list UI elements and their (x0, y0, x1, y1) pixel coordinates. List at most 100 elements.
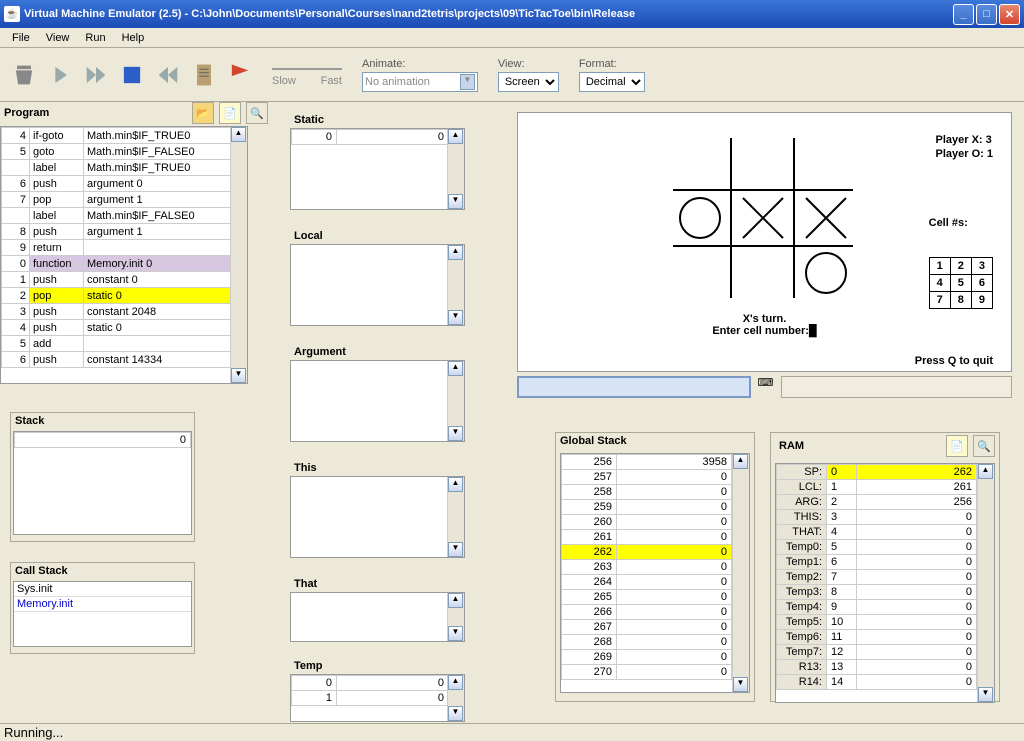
toolbar: SlowFast Animate: No animation▼ View: Sc… (0, 48, 1024, 102)
ram-row[interactable]: LCL:1261 (777, 480, 977, 495)
ram-row[interactable]: Temp0:50 (777, 540, 977, 555)
temp-panel: Temp 0010▲▼ (290, 658, 465, 722)
flag-button[interactable] (224, 59, 256, 91)
globalstack-row[interactable]: 2580 (562, 485, 732, 500)
globalstack-row[interactable]: 2610 (562, 530, 732, 545)
globalstack-row[interactable]: 2570 (562, 470, 732, 485)
search-button[interactable]: 🔍 (246, 102, 268, 124)
screen-output: Player X: 3 Player O: 1 Cell #s: 1234567… (517, 112, 1012, 372)
new-button[interactable]: 📄 (219, 102, 241, 124)
program-row[interactable]: 6pushconstant 14334 (2, 352, 247, 368)
program-title: Program (0, 105, 53, 121)
local-panel: Local ▲▼ (290, 228, 465, 326)
stack-table[interactable]: 0 (13, 431, 192, 535)
globalstack-row[interactable]: 2660 (562, 605, 732, 620)
java-icon: ☕ (4, 6, 20, 22)
ram-panel: RAM 📄 🔍 SP:0262LCL:1261ARG:2256THIS:30TH… (770, 432, 1000, 702)
program-row[interactable]: 1pushconstant 0 (2, 272, 247, 288)
program-row[interactable]: 3pushconstant 2048 (2, 304, 247, 320)
tictactoe-board (668, 133, 858, 306)
ram-row[interactable]: R14:140 (777, 675, 977, 690)
format-select[interactable]: Decimal (579, 72, 645, 92)
format-label: Format: (579, 58, 645, 70)
callstack-item[interactable]: Memory.init (14, 597, 191, 612)
stack-panel: Stack 0 (10, 412, 195, 542)
menubar: File View Run Help (0, 28, 1024, 48)
program-row[interactable]: 4pushstatic 0 (2, 320, 247, 336)
that-panel: That ▲▼ (290, 576, 465, 642)
globalstack-row[interactable]: 2620 (562, 545, 732, 560)
globalstack-table[interactable]: 2563958257025802590260026102620263026402… (560, 453, 750, 693)
program-row[interactable]: 7popargument 1 (2, 192, 247, 208)
window-title: Virtual Machine Emulator (2.5) - C:\John… (24, 8, 953, 20)
this-panel: This ▲▼ (290, 460, 465, 558)
program-row[interactable]: labelMath.min$IF_FALSE0 (2, 208, 247, 224)
callstack-item[interactable]: Sys.init (14, 582, 191, 597)
menu-help[interactable]: Help (114, 30, 153, 46)
ram-row[interactable]: Temp5:100 (777, 615, 977, 630)
globalstack-row[interactable]: 2563958 (562, 455, 732, 470)
globalstack-row[interactable]: 2680 (562, 635, 732, 650)
ram-row[interactable]: Temp3:80 (777, 585, 977, 600)
ram-row[interactable]: R13:130 (777, 660, 977, 675)
speed-slider[interactable]: SlowFast (272, 63, 342, 87)
globalstack-row[interactable]: 2690 (562, 650, 732, 665)
ram-row[interactable]: THAT:40 (777, 525, 977, 540)
globalstack-row[interactable]: 2670 (562, 620, 732, 635)
ram-row[interactable]: ARG:2256 (777, 495, 977, 510)
view-label: View: (498, 58, 559, 70)
ram-row[interactable]: SP:0262 (777, 465, 977, 480)
program-row[interactable]: 4if-gotoMath.min$IF_TRUE0 (2, 128, 247, 144)
minimize-button[interactable]: _ (953, 4, 974, 25)
menu-view[interactable]: View (38, 30, 78, 46)
step-button[interactable] (44, 59, 76, 91)
open-folder-button[interactable]: 📂 (192, 102, 214, 124)
menu-run[interactable]: Run (77, 30, 113, 46)
keyboard-input[interactable] (517, 376, 751, 398)
fast-forward-button[interactable] (80, 59, 112, 91)
globalstack-row[interactable]: 2700 (562, 665, 732, 680)
globalstack-row[interactable]: 2590 (562, 500, 732, 515)
globalstack-row[interactable]: 2600 (562, 515, 732, 530)
maximize-button[interactable]: □ (976, 4, 997, 25)
program-row[interactable]: 5add (2, 336, 247, 352)
ram-search-button[interactable]: 🔍 (973, 435, 995, 457)
quit-text: Press Q to quit (915, 355, 993, 367)
titlebar: ☕ Virtual Machine Emulator (2.5) - C:\Jo… (0, 0, 1024, 28)
ram-row[interactable]: Temp7:120 (777, 645, 977, 660)
statusbar: Running... (0, 723, 1024, 741)
globalstack-panel: Global Stack 256395825702580259026002610… (555, 432, 755, 702)
script-button[interactable] (188, 59, 220, 91)
ram-row[interactable]: Temp6:110 (777, 630, 977, 645)
globalstack-row[interactable]: 2650 (562, 590, 732, 605)
ram-row[interactable]: Temp2:70 (777, 570, 977, 585)
ram-open-button[interactable]: 📄 (946, 435, 968, 457)
ram-table[interactable]: SP:0262LCL:1261ARG:2256THIS:30THAT:40Tem… (775, 463, 995, 703)
program-row[interactable]: labelMath.min$IF_TRUE0 (2, 160, 247, 176)
static-scrollbar[interactable]: ▲▼ (447, 129, 464, 209)
ram-row[interactable]: Temp4:90 (777, 600, 977, 615)
animate-select[interactable]: No animation▼ (362, 72, 478, 92)
menu-file[interactable]: File (4, 30, 38, 46)
score-text: Player X: 3 Player O: 1 (936, 133, 993, 162)
program-row[interactable]: 0functionMemory.init 0 (2, 256, 247, 272)
program-table[interactable]: 4if-gotoMath.min$IF_TRUE05gotoMath.min$I… (0, 126, 248, 384)
ram-row[interactable]: THIS:30 (777, 510, 977, 525)
program-row[interactable]: 6pushargument 0 (2, 176, 247, 192)
callstack-list[interactable]: Sys.initMemory.init (13, 581, 192, 647)
cell-guide: Cell #s: 123456789 (929, 193, 993, 333)
view-select[interactable]: Screen (498, 72, 559, 92)
rewind-button[interactable] (152, 59, 184, 91)
program-row[interactable]: 5gotoMath.min$IF_FALSE0 (2, 144, 247, 160)
program-row[interactable]: 2popstatic 0 (2, 288, 247, 304)
stop-button[interactable] (116, 59, 148, 91)
globalstack-row[interactable]: 2630 (562, 560, 732, 575)
ram-row[interactable]: Temp1:60 (777, 555, 977, 570)
open-button[interactable] (8, 59, 40, 91)
close-button[interactable]: ✕ (999, 4, 1020, 25)
globalstack-row[interactable]: 2640 (562, 575, 732, 590)
argument-panel: Argument ▲▼ (290, 344, 465, 442)
program-scrollbar[interactable]: ▲▼ (230, 127, 247, 383)
program-row[interactable]: 9return (2, 240, 247, 256)
program-row[interactable]: 8pushargument 1 (2, 224, 247, 240)
